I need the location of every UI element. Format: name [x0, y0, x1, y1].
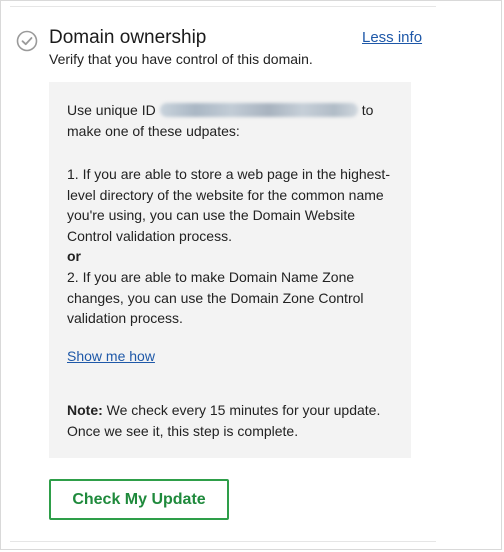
- show-me-how-link[interactable]: Show me how: [67, 348, 155, 364]
- step-title: Domain ownership: [49, 27, 207, 48]
- note-text: Note: We check every 15 minutes for your…: [67, 400, 407, 441]
- instruction-line: make one of these udpates:: [67, 123, 240, 139]
- id-suffix: to: [361, 102, 374, 118]
- check-my-update-button[interactable]: Check My Update: [49, 479, 229, 520]
- note-label: Note:: [67, 402, 103, 418]
- note-body: We check every 15 minutes for your updat…: [67, 402, 381, 439]
- redacted-id: [159, 103, 358, 118]
- info-panel: Use unique ID to make one of these udpate…: [49, 82, 411, 458]
- or-label: or: [67, 248, 81, 264]
- unique-id-line: Use unique ID to: [67, 100, 373, 121]
- top-divider: [10, 6, 436, 7]
- step-subtitle: Verify that you have control of this dom…: [49, 51, 313, 67]
- option-1-text: 1. If you are able to store a web page i…: [67, 166, 390, 244]
- bottom-divider: [10, 541, 436, 542]
- less-info-link[interactable]: Less info: [362, 29, 422, 47]
- id-prefix: Use unique ID: [67, 102, 156, 118]
- option-2-text: 2. If you are able to make Domain Name Z…: [67, 269, 364, 327]
- check-circle-icon: [16, 30, 38, 52]
